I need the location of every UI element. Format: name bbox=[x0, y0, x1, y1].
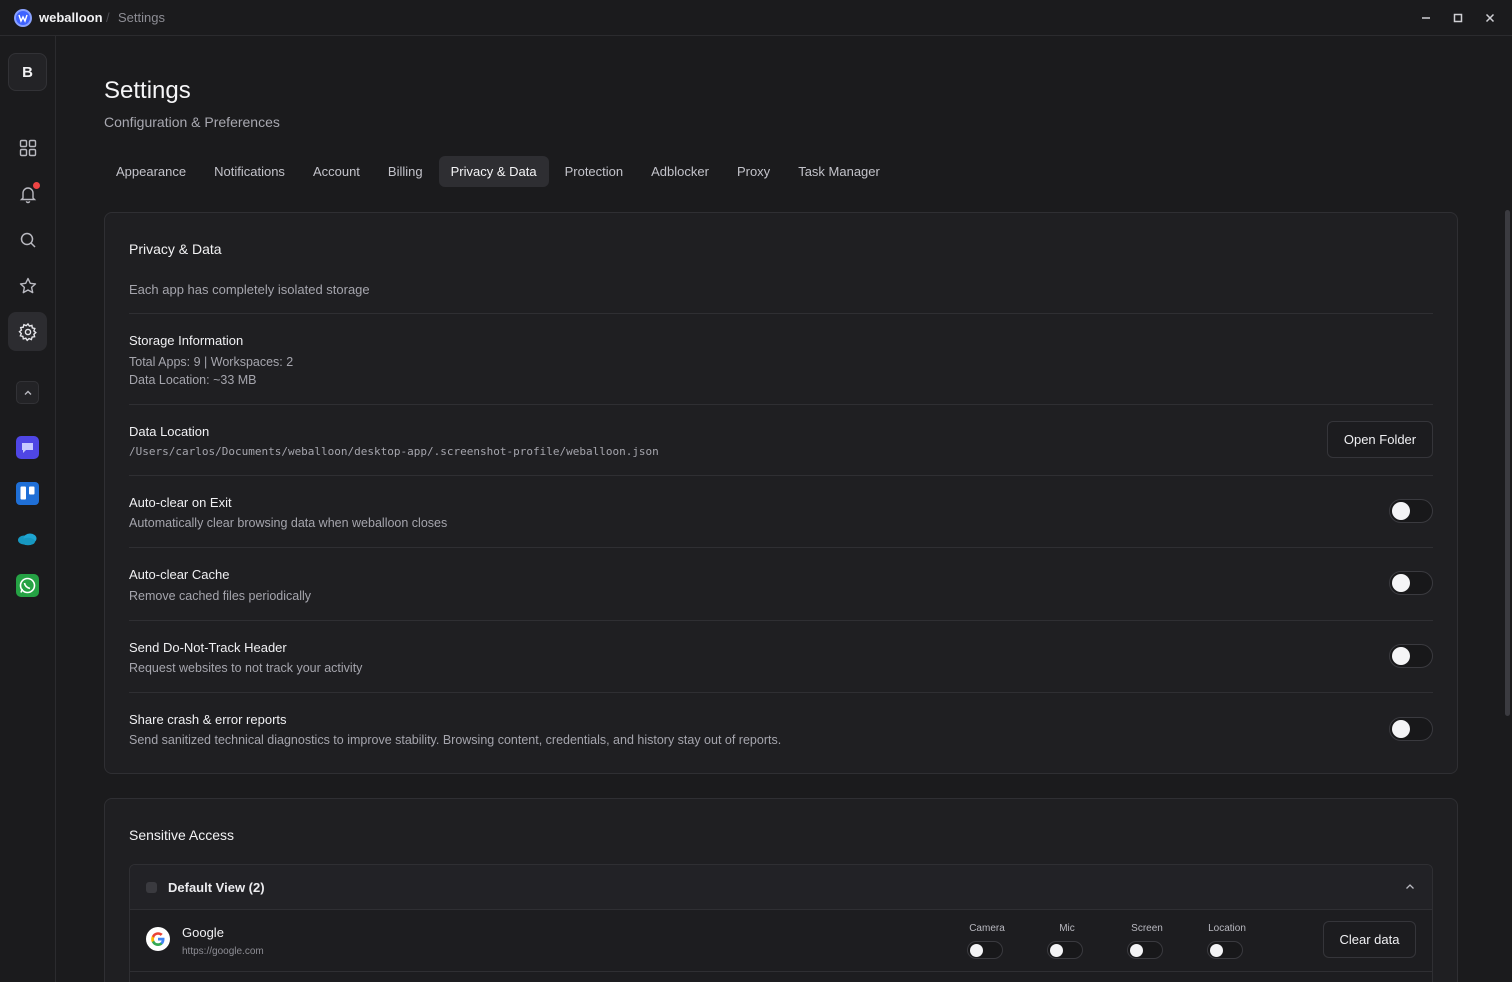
auto-clear-exit-desc: Automatically clear browsing data when w… bbox=[129, 516, 448, 530]
default-view-group: Default View (2) Google https://google.c… bbox=[129, 864, 1433, 982]
mic-toggle[interactable] bbox=[1047, 941, 1083, 959]
collapse-chevron-icon[interactable] bbox=[16, 381, 39, 404]
sensitive-access-title: Sensitive Access bbox=[129, 827, 235, 843]
tab-protection[interactable]: Protection bbox=[553, 156, 636, 187]
star-icon[interactable] bbox=[8, 266, 47, 305]
screen-toggle[interactable] bbox=[1127, 941, 1163, 959]
privacy-data-card: Privacy & Data Each app has completely i… bbox=[104, 212, 1458, 774]
storage-info-size: Data Location: ~33 MB bbox=[129, 373, 257, 387]
site-row-google: Google https://google.com Camera Mic Scr… bbox=[130, 910, 1432, 972]
toggle-knob bbox=[1392, 647, 1410, 665]
tab-proxy[interactable]: Proxy bbox=[725, 156, 782, 187]
privacy-card-title: Privacy & Data bbox=[129, 241, 222, 257]
do-not-track-toggle[interactable] bbox=[1389, 644, 1433, 668]
auto-clear-exit-row: Auto-clear on Exit Automatically clear b… bbox=[129, 475, 1433, 547]
tab-adblocker[interactable]: Adblocker bbox=[639, 156, 721, 187]
sidebar: B bbox=[0, 36, 56, 982]
clear-data-button[interactable]: Clear data bbox=[1323, 921, 1416, 958]
storage-info-label: Storage Information bbox=[129, 333, 244, 348]
crash-reports-toggle[interactable] bbox=[1389, 717, 1433, 741]
do-not-track-label: Send Do-Not-Track Header bbox=[129, 640, 287, 655]
sensitive-access-card: Sensitive Access Default View (2) Google bbox=[104, 798, 1458, 982]
storage-info-apps: Total Apps: 9 | Workspaces: 2 bbox=[129, 355, 294, 369]
privacy-intro: Each app has completely isolated storage bbox=[129, 282, 370, 297]
settings-tabs: Appearance Notifications Account Billing… bbox=[104, 156, 896, 187]
site-name: Google bbox=[182, 925, 224, 940]
search-icon[interactable] bbox=[8, 220, 47, 259]
tab-notifications[interactable]: Notifications bbox=[202, 156, 297, 187]
auto-clear-exit-label: Auto-clear on Exit bbox=[129, 495, 232, 510]
crash-reports-label: Share crash & error reports bbox=[129, 712, 287, 727]
camera-label: Camera bbox=[969, 923, 1005, 934]
chevron-up-icon[interactable] bbox=[1404, 881, 1416, 893]
do-not-track-row: Send Do-Not-Track Header Request website… bbox=[129, 620, 1433, 692]
tab-task-manager[interactable]: Task Manager bbox=[786, 156, 892, 187]
open-folder-button[interactable]: Open Folder bbox=[1327, 421, 1433, 458]
toggle-knob bbox=[1210, 943, 1223, 957]
auto-clear-cache-row: Auto-clear Cache Remove cached files per… bbox=[129, 547, 1433, 620]
app-name: weballoon bbox=[39, 10, 103, 25]
notification-dot bbox=[33, 182, 40, 189]
location-toggle[interactable] bbox=[1207, 941, 1243, 959]
title-bar: weballoon / Settings bbox=[0, 0, 1512, 36]
apps-grid-icon[interactable] bbox=[8, 128, 47, 167]
storage-info-row: Storage Information Total Apps: 9 | Work… bbox=[129, 313, 1433, 404]
default-view-header[interactable]: Default View (2) bbox=[130, 865, 1432, 910]
breadcrumb-separator: / bbox=[106, 10, 110, 25]
toggle-knob bbox=[1392, 502, 1410, 520]
toggle-knob bbox=[1392, 574, 1410, 592]
do-not-track-desc: Request websites to not track your activ… bbox=[129, 661, 363, 675]
tab-privacy-data[interactable]: Privacy & Data bbox=[438, 156, 549, 187]
breadcrumb-settings[interactable]: Settings bbox=[118, 10, 165, 25]
data-location-row: Data Location /Users/carlos/Documents/we… bbox=[129, 404, 1433, 475]
whatsapp-icon[interactable] bbox=[16, 574, 39, 597]
close-icon[interactable] bbox=[1481, 9, 1499, 27]
profile-button[interactable]: B bbox=[8, 53, 47, 91]
maximize-icon[interactable] bbox=[1449, 9, 1467, 27]
tab-appearance[interactable]: Appearance bbox=[104, 156, 198, 187]
location-label: Location bbox=[1208, 923, 1246, 934]
toggle-knob bbox=[970, 943, 983, 957]
data-location-path: /Users/carlos/Documents/weballoon/deskto… bbox=[129, 445, 659, 458]
default-view-title: Default View (2) bbox=[168, 880, 265, 895]
bell-icon[interactable] bbox=[8, 174, 47, 213]
auto-clear-exit-toggle[interactable] bbox=[1389, 499, 1433, 523]
main-content: Settings Configuration & Preferences App… bbox=[57, 37, 1504, 982]
toggle-knob bbox=[1392, 720, 1410, 738]
gear-icon[interactable] bbox=[8, 312, 47, 351]
auto-clear-cache-label: Auto-clear Cache bbox=[129, 567, 230, 582]
main-scrollbar[interactable] bbox=[1505, 210, 1510, 716]
toggle-knob bbox=[1050, 943, 1063, 957]
toggle-knob bbox=[1130, 943, 1143, 957]
tab-account[interactable]: Account bbox=[301, 156, 372, 187]
auto-clear-cache-desc: Remove cached files periodically bbox=[129, 589, 312, 603]
crash-reports-row: Share crash & error reports Send sanitiz… bbox=[129, 692, 1433, 774]
minimize-icon[interactable] bbox=[1417, 9, 1435, 27]
mic-label: Mic bbox=[1059, 923, 1075, 934]
page-title: Settings bbox=[104, 77, 191, 104]
chat-app-icon[interactable] bbox=[16, 436, 39, 459]
auto-clear-cache-toggle[interactable] bbox=[1389, 571, 1433, 595]
crash-reports-desc: Send sanitized technical diagnostics to … bbox=[129, 733, 782, 747]
screen-label: Screen bbox=[1131, 923, 1163, 934]
data-location-label: Data Location bbox=[129, 424, 210, 439]
tab-billing[interactable]: Billing bbox=[376, 156, 435, 187]
camera-toggle[interactable] bbox=[967, 941, 1003, 959]
salesforce-icon[interactable] bbox=[16, 528, 39, 551]
weballoon-logo-icon bbox=[14, 9, 32, 27]
page-subtitle: Configuration & Preferences bbox=[104, 114, 280, 130]
google-logo-icon bbox=[146, 927, 170, 951]
site-url: https://google.com bbox=[182, 946, 264, 957]
trello-icon[interactable] bbox=[16, 482, 39, 505]
group-checkbox[interactable] bbox=[146, 882, 157, 893]
